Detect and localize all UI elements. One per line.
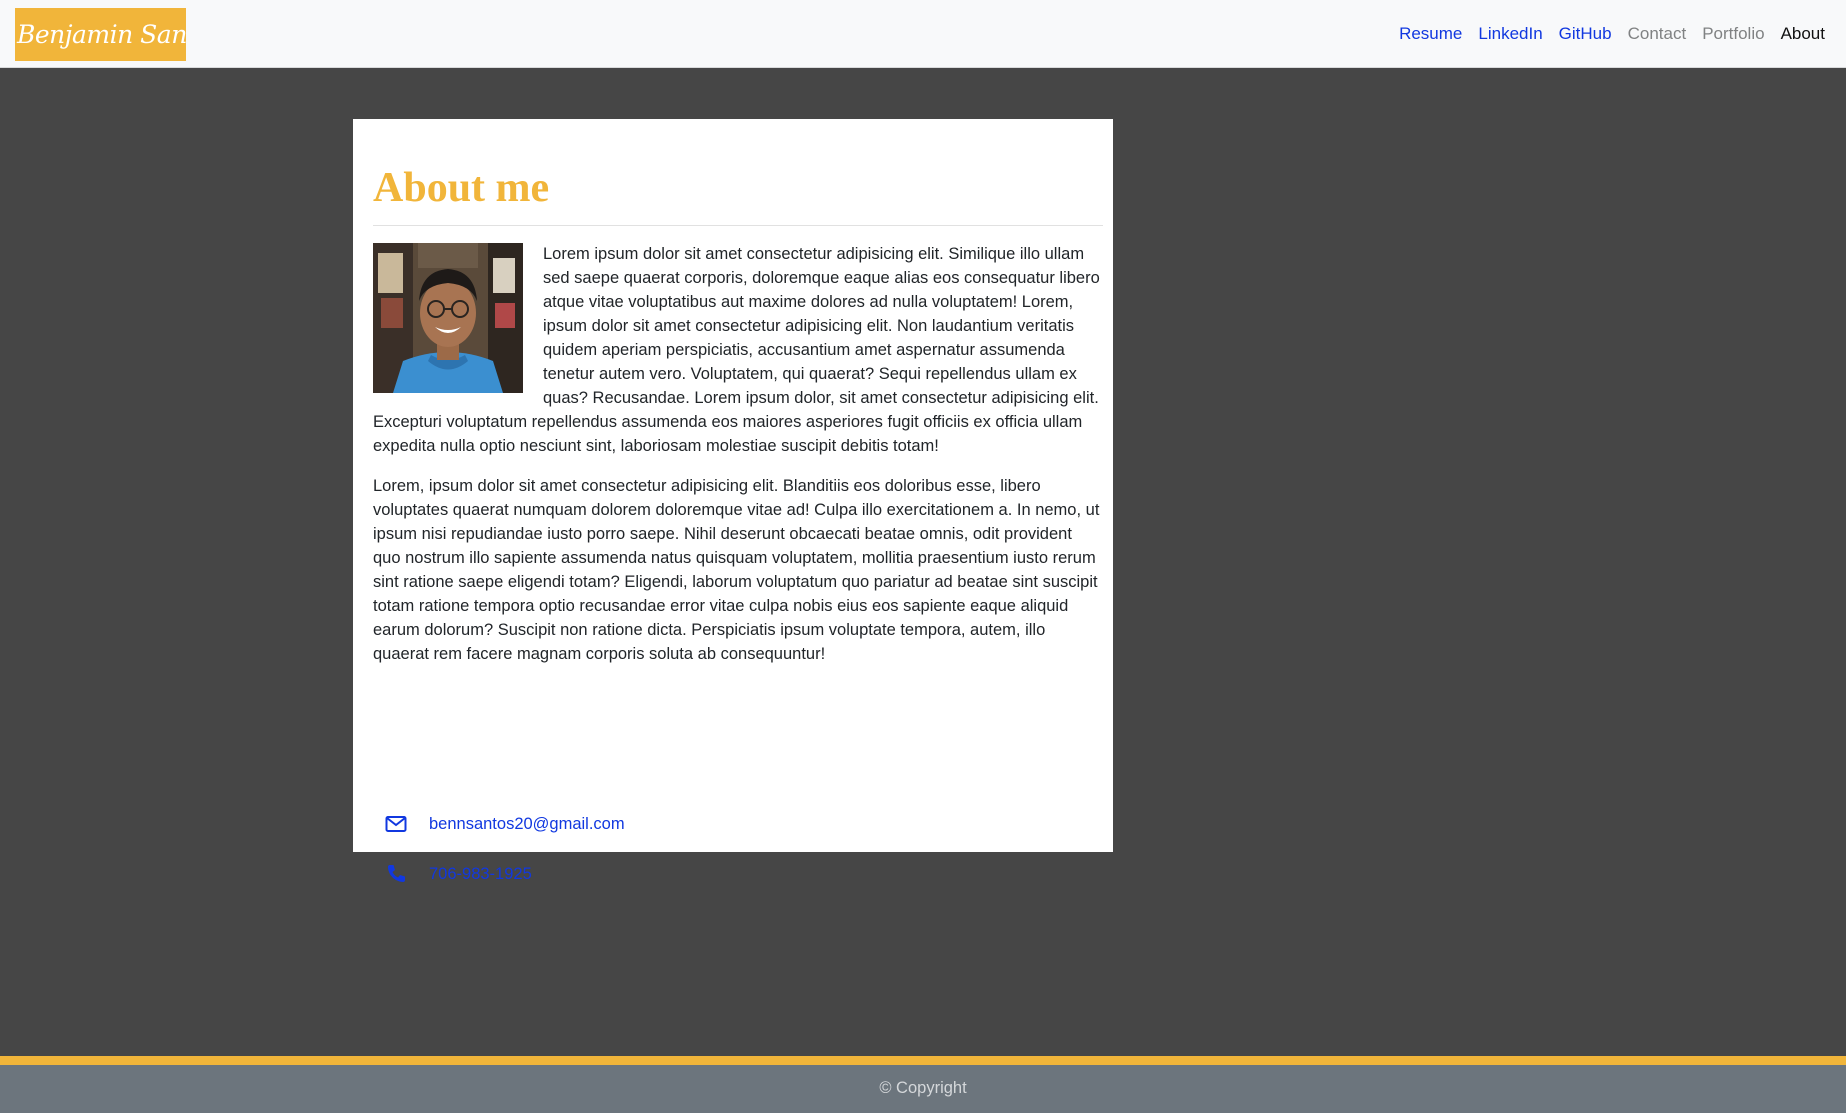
email-link[interactable]: bennsantos20@gmail.com bbox=[429, 815, 625, 834]
nav-links: Resume LinkedIn GitHub Contact Portfolio… bbox=[1399, 0, 1825, 68]
envelope-icon bbox=[385, 813, 407, 835]
title-divider bbox=[373, 225, 1103, 226]
contact-phone-row: 706-983-1925 bbox=[385, 863, 532, 885]
contact-email-row: bennsantos20@gmail.com bbox=[385, 813, 625, 835]
nav-link-portfolio[interactable]: Portfolio bbox=[1702, 24, 1764, 44]
copyright-text: © Copyright bbox=[879, 1079, 967, 1097]
brand-logo[interactable]: Benjamin Santos bbox=[15, 8, 186, 61]
nav-link-about[interactable]: About bbox=[1781, 24, 1825, 44]
nav-link-contact[interactable]: Contact bbox=[1628, 24, 1687, 44]
about-card: About me Lorem ipsum dolor sit amet cons… bbox=[353, 119, 1113, 883]
navbar: Benjamin Santos Resume LinkedIn GitHub C… bbox=[0, 0, 1846, 68]
nav-link-resume[interactable]: Resume bbox=[1399, 24, 1462, 44]
phone-link[interactable]: 706-983-1925 bbox=[429, 865, 532, 884]
phone-icon bbox=[385, 863, 407, 885]
footer: © Copyright bbox=[0, 1065, 1846, 1113]
nav-link-linkedin[interactable]: LinkedIn bbox=[1478, 24, 1542, 44]
profile-photo bbox=[373, 243, 523, 393]
page-title: About me bbox=[373, 165, 550, 211]
footer-accent-bar bbox=[0, 1056, 1846, 1065]
about-paragraph-2: Lorem, ipsum dolor sit amet consectetur … bbox=[373, 477, 1100, 663]
nav-link-github[interactable]: GitHub bbox=[1559, 24, 1612, 44]
about-content: Lorem ipsum dolor sit amet consectetur a… bbox=[373, 242, 1101, 682]
